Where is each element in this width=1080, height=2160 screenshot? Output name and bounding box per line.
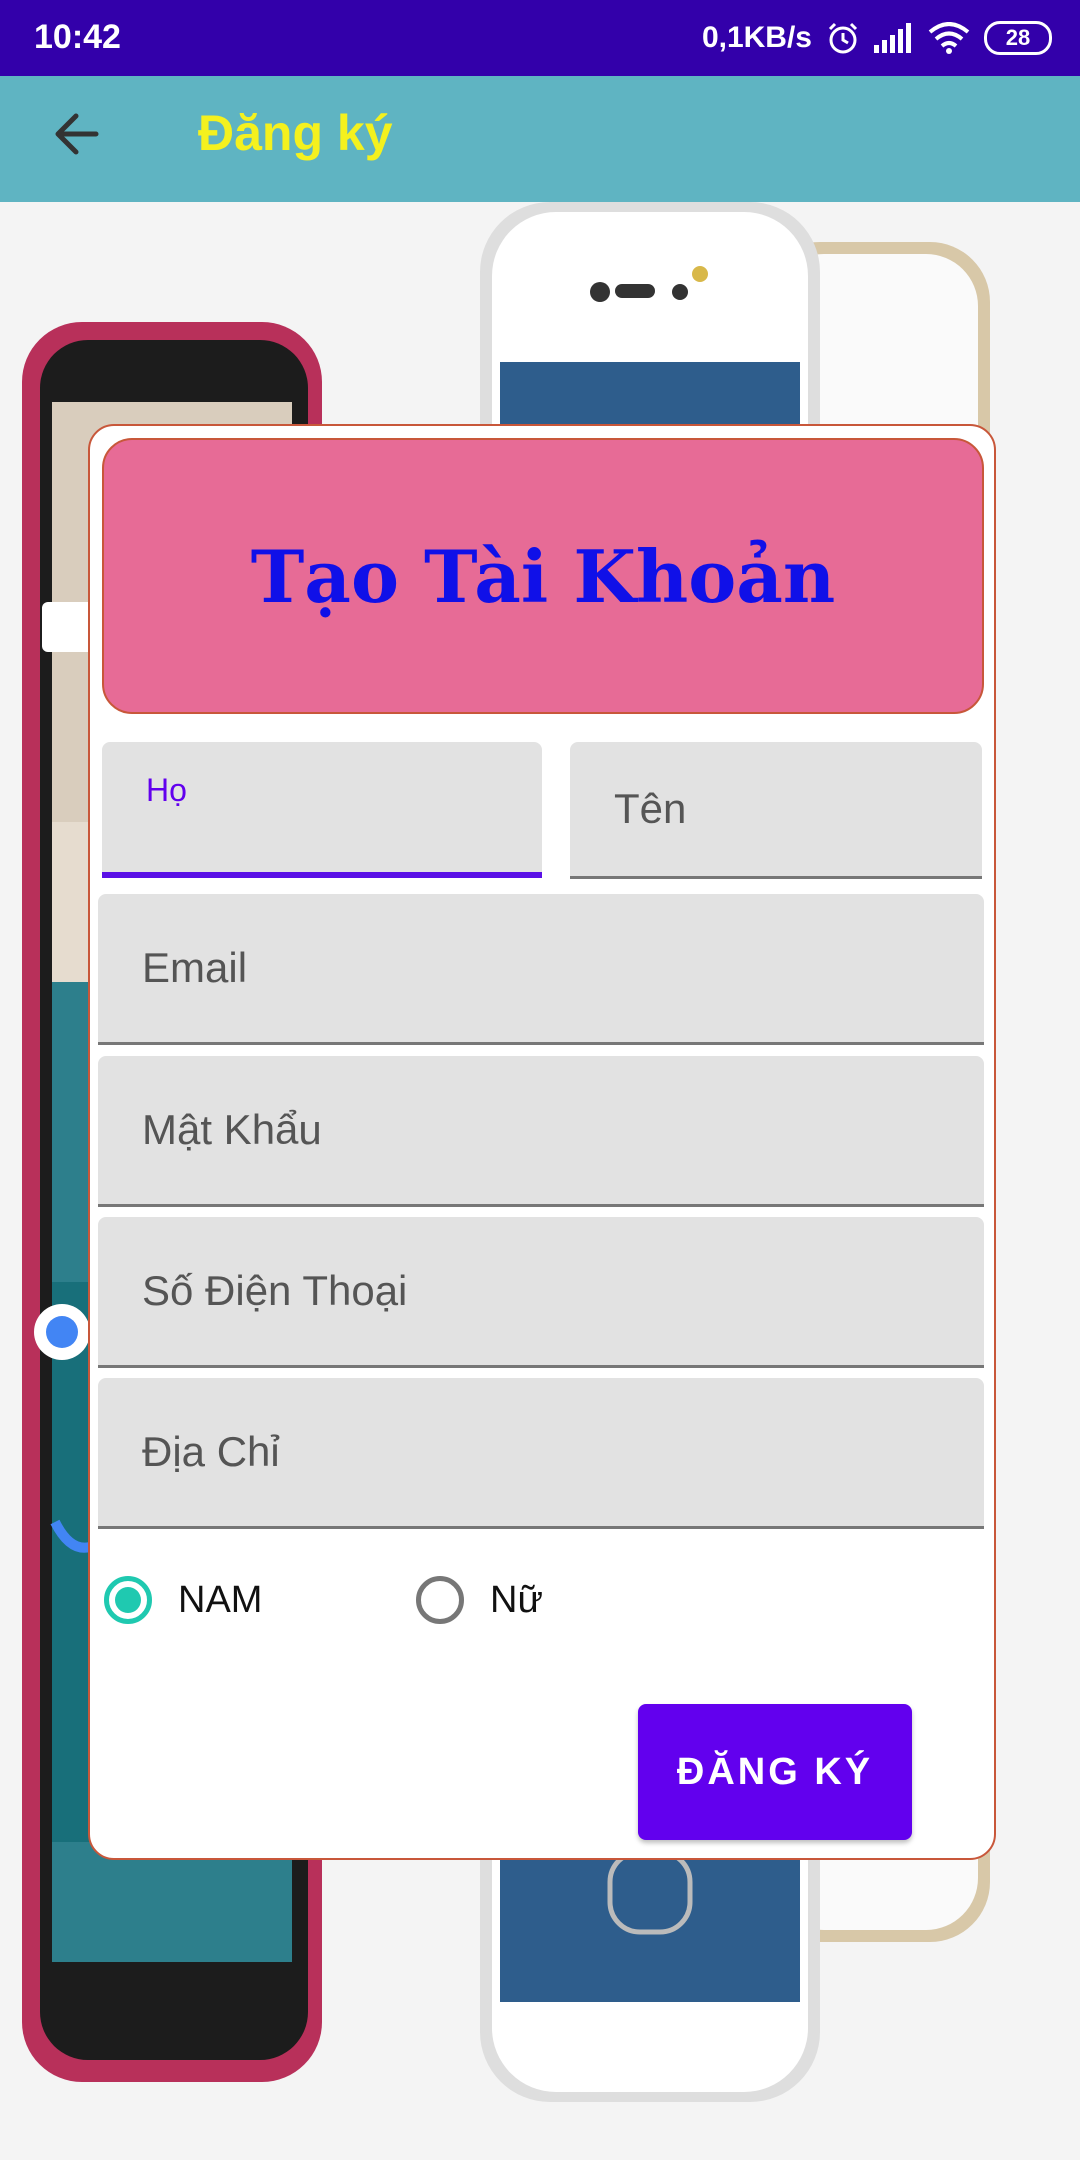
status-time: 10:42: [34, 18, 121, 56]
app-bar: Đăng ký: [0, 76, 1080, 202]
gender-option-label: Nữ: [490, 1578, 543, 1621]
radio-checked-icon: [104, 1576, 152, 1624]
gender-option-label: NAM: [178, 1578, 263, 1621]
last-name-field[interactable]: Họ: [102, 742, 542, 878]
email-label: Email: [142, 944, 248, 991]
page-title: Đăng ký: [198, 105, 393, 161]
email-field[interactable]: Email: [98, 894, 984, 1045]
address-label: Địa Chỉ: [142, 1428, 280, 1475]
status-bar: 10:42 0,1KB/s 28: [0, 0, 1080, 76]
gender-radio-group: NAM Nữ: [104, 1576, 984, 1666]
form-header: Tạo Tài Khoản: [102, 438, 984, 714]
phone-label: Số Điện Thoại: [142, 1267, 408, 1314]
form-title: Tạo Tài Khoản: [250, 533, 836, 619]
alarm-icon: [828, 22, 858, 54]
last-name-label: Họ: [146, 772, 187, 808]
address-field[interactable]: Địa Chỉ: [98, 1378, 984, 1529]
phone-field[interactable]: Số Điện Thoại: [98, 1217, 984, 1368]
gender-option-male[interactable]: NAM: [104, 1576, 262, 1624]
registration-card: Tạo Tài Khoản Họ Tên Email Mật Khẩu Số Đ…: [88, 424, 996, 1860]
arrow-left-icon[interactable]: [48, 104, 108, 164]
status-indicators: 0,1KB/s 28: [702, 16, 1052, 60]
radio-unchecked-icon: [416, 1576, 464, 1624]
gender-option-female[interactable]: Nữ: [416, 1576, 543, 1624]
wifi-icon: [928, 22, 970, 54]
register-button[interactable]: ĐĂNG KÝ: [638, 1704, 912, 1840]
network-speed: 0,1KB/s: [701, 21, 812, 54]
battery-icon: 28: [984, 21, 1052, 55]
signal-icon: [874, 23, 911, 53]
first-name-label: Tên: [614, 785, 687, 832]
password-field[interactable]: Mật Khẩu: [98, 1056, 984, 1207]
battery-level: 28: [1005, 25, 1031, 50]
password-label: Mật Khẩu: [142, 1106, 322, 1153]
first-name-field[interactable]: Tên: [570, 742, 982, 879]
